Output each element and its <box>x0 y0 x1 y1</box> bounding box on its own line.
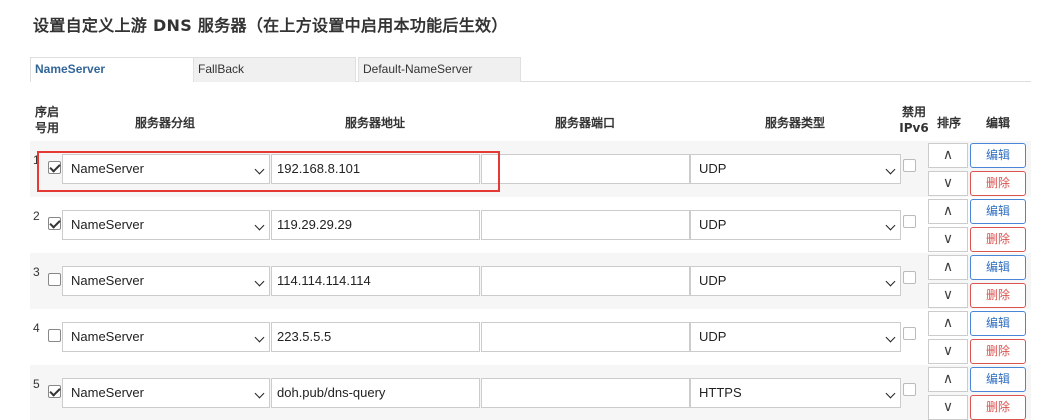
column-header-seq-enable: 序启 号用 <box>34 105 59 135</box>
move-up-button[interactable]: ∧ <box>928 143 968 168</box>
row-index: 3 <box>33 265 40 279</box>
group-select-value: NameServer <box>71 161 144 176</box>
move-up-button[interactable]: ∧ <box>928 199 968 224</box>
type-select-value: UDP <box>699 217 727 232</box>
row-index: 5 <box>33 377 40 391</box>
group-select-value: NameServer <box>71 217 144 232</box>
table-row: 4 NameServer 223.5.5.5 UDP ∧ ∨ 编辑 删除 <box>30 309 1031 365</box>
chevron-down-icon <box>885 388 896 399</box>
column-header-type: 服务器类型 <box>764 116 825 130</box>
port-input[interactable] <box>481 266 690 296</box>
group-select[interactable]: NameServer <box>62 266 270 296</box>
type-select[interactable]: UDP <box>690 266 901 296</box>
type-select[interactable]: UDP <box>690 210 901 240</box>
address-input[interactable]: 114.114.114.114 <box>271 266 480 296</box>
enable-checkbox[interactable] <box>48 273 61 286</box>
port-input[interactable] <box>481 322 690 352</box>
enable-checkbox[interactable] <box>48 385 61 398</box>
enable-checkbox[interactable] <box>48 217 61 230</box>
edit-button[interactable]: 编辑 <box>970 311 1026 336</box>
group-select[interactable]: NameServer <box>62 210 270 240</box>
edit-button[interactable]: 编辑 <box>970 367 1026 392</box>
group-select[interactable]: NameServer <box>62 154 270 184</box>
delete-button[interactable]: 删除 <box>970 171 1026 196</box>
delete-button[interactable]: 删除 <box>970 339 1026 364</box>
move-down-button[interactable]: ∨ <box>928 395 968 420</box>
address-input[interactable]: 223.5.5.5 <box>271 322 480 352</box>
tab-default-nameserver[interactable]: Default-NameServer <box>358 57 521 82</box>
disable-ipv6-checkbox[interactable] <box>903 271 916 284</box>
enable-checkbox[interactable] <box>48 161 61 174</box>
group-select-value: NameServer <box>71 329 144 344</box>
address-input[interactable]: 192.168.8.101 <box>271 154 480 184</box>
move-down-button[interactable]: ∨ <box>928 171 968 196</box>
chevron-down-icon <box>885 164 896 175</box>
row-index: 2 <box>33 209 40 223</box>
chevron-down-icon <box>254 388 265 399</box>
group-select-value: NameServer <box>71 385 144 400</box>
tab-fallback[interactable]: FallBack <box>193 57 356 82</box>
move-up-button[interactable]: ∧ <box>928 311 968 336</box>
chevron-down-icon <box>885 332 896 343</box>
address-input[interactable]: 119.29.29.29 <box>271 210 480 240</box>
group-select[interactable]: NameServer <box>62 322 270 352</box>
delete-button[interactable]: 删除 <box>970 283 1026 308</box>
enable-checkbox[interactable] <box>48 329 61 342</box>
disable-ipv6-checkbox[interactable] <box>903 215 916 228</box>
column-header-address: 服务器地址 <box>344 116 405 130</box>
tab-bar: NameServer FallBack Default-NameServer <box>30 57 1031 82</box>
group-select[interactable]: NameServer <box>62 378 270 408</box>
page-title: 设置自定义上游 DNS 服务器（在上方设置中启用本功能后生效） <box>33 16 508 35</box>
type-select[interactable]: UDP <box>690 322 901 352</box>
edit-button[interactable]: 编辑 <box>970 199 1026 224</box>
type-select-value: UDP <box>699 273 727 288</box>
chevron-down-icon <box>254 220 265 231</box>
port-input[interactable] <box>481 378 690 408</box>
column-header-port: 服务器端口 <box>554 116 615 130</box>
group-select-value: NameServer <box>71 273 144 288</box>
disable-ipv6-checkbox[interactable] <box>903 327 916 340</box>
row-index: 1 <box>33 153 40 167</box>
type-select[interactable]: HTTPS <box>690 378 901 408</box>
disable-ipv6-checkbox[interactable] <box>903 159 916 172</box>
table-row: 5 NameServer doh.pub/dns-query HTTPS ∧ ∨… <box>30 365 1031 420</box>
type-select[interactable]: UDP <box>690 154 901 184</box>
chevron-down-icon <box>885 220 896 231</box>
table-row: 1 NameServer 192.168.8.101 UDP ∧ ∨ 编辑 删除 <box>30 141 1031 197</box>
port-input[interactable] <box>481 210 690 240</box>
edit-button[interactable]: 编辑 <box>970 255 1026 280</box>
chevron-down-icon <box>254 276 265 287</box>
table-row: 3 NameServer 114.114.114.114 UDP ∧ ∨ 编辑 … <box>30 253 1031 309</box>
port-input[interactable] <box>481 154 690 184</box>
move-down-button[interactable]: ∨ <box>928 227 968 252</box>
table-row: 2 NameServer 119.29.29.29 UDP ∧ ∨ 编辑 删除 <box>30 197 1031 253</box>
delete-button[interactable]: 删除 <box>970 395 1026 420</box>
column-header-group: 服务器分组 <box>134 116 195 130</box>
row-index: 4 <box>33 321 40 335</box>
tab-nameserver[interactable]: NameServer <box>30 57 193 82</box>
edit-button[interactable]: 编辑 <box>970 143 1026 168</box>
type-select-value: UDP <box>699 329 727 344</box>
chevron-down-icon <box>885 276 896 287</box>
move-up-button[interactable]: ∧ <box>928 255 968 280</box>
disable-ipv6-checkbox[interactable] <box>903 383 916 396</box>
move-down-button[interactable]: ∨ <box>928 339 968 364</box>
type-select-value: UDP <box>699 161 727 176</box>
move-up-button[interactable]: ∧ <box>928 367 968 392</box>
chevron-down-icon <box>254 332 265 343</box>
column-header-disable-ipv6: 禁用 IPv6 <box>899 105 929 135</box>
column-header-sort: 排序 <box>936 116 961 130</box>
move-down-button[interactable]: ∨ <box>928 283 968 308</box>
column-header-edit: 编辑 <box>985 116 1010 130</box>
chevron-down-icon <box>254 164 265 175</box>
address-input[interactable]: doh.pub/dns-query <box>271 378 480 408</box>
type-select-value: HTTPS <box>699 385 742 400</box>
delete-button[interactable]: 删除 <box>970 227 1026 252</box>
